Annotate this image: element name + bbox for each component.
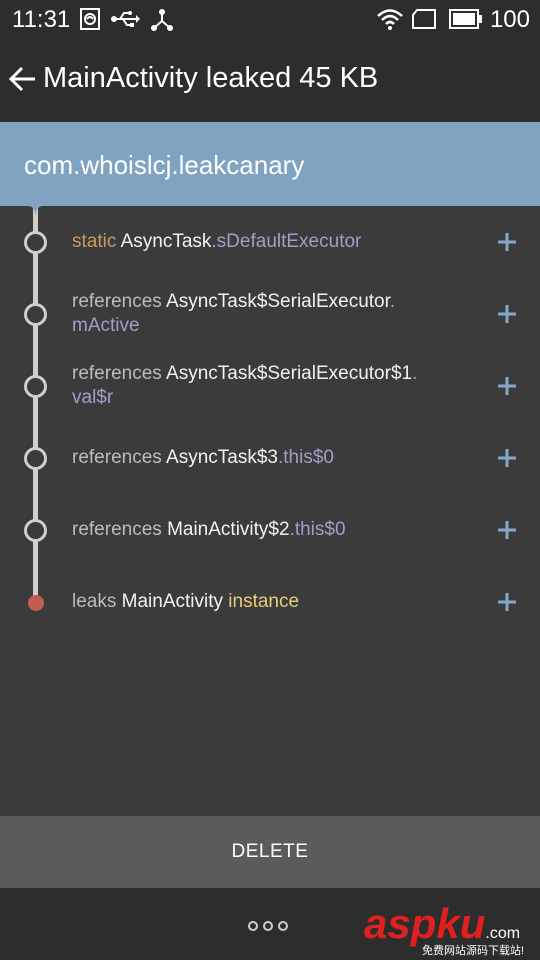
expand-plus-icon[interactable] <box>495 590 519 614</box>
trace-field: .sDefaultExecutor <box>211 231 362 252</box>
trace-prefix: static <box>72 231 117 252</box>
trace-text: references AsyncTask$SerialExecutor. mAct… <box>72 290 395 338</box>
trace-instance: instance <box>228 591 300 612</box>
trace-node <box>24 375 47 398</box>
trace-text: references MainActivity$2.this$0 <box>72 518 346 542</box>
expand-plus-icon[interactable] <box>495 518 519 542</box>
trace-text: static AsyncTask.sDefaultExecutor <box>72 230 361 254</box>
trace-field: .this$0 <box>289 519 346 540</box>
trace-prefix: references <box>72 447 162 468</box>
leak-dot <box>28 595 44 611</box>
more-dots-icon[interactable] <box>247 919 289 931</box>
trace-prefix: references <box>72 519 162 540</box>
trace-node <box>24 303 47 326</box>
back-arrow-icon[interactable] <box>8 64 38 94</box>
notification-icon <box>80 8 100 35</box>
trace-row[interactable]: references AsyncTask$SerialExecutor. mAct… <box>0 278 540 350</box>
toolbar: MainActivity leaked 45 KB <box>0 40 540 122</box>
page-title: MainActivity leaked 45 KB <box>43 62 379 94</box>
expand-plus-icon[interactable] <box>495 374 519 398</box>
wifi-icon <box>377 8 403 35</box>
usb-icon <box>110 11 140 32</box>
sim-icon <box>411 9 437 34</box>
trace-field-cont: mActive <box>72 315 140 336</box>
status-bar: 11:31 100 <box>0 0 540 40</box>
trace-field: . <box>412 363 418 384</box>
trace-class: AsyncTask$SerialExecutor$1 <box>166 363 413 384</box>
trace-field: . <box>389 291 396 312</box>
status-time: 11:31 <box>12 6 71 33</box>
package-name: com.whoislcj.leakcanary <box>24 150 305 180</box>
expand-plus-icon[interactable] <box>495 446 519 470</box>
trace-class: AsyncTask <box>120 231 212 252</box>
watermark: aspku.com 免费网站源码下载站! <box>364 902 534 958</box>
trace-node <box>24 231 47 254</box>
expand-plus-icon[interactable] <box>495 230 519 254</box>
trace-row[interactable]: references AsyncTask$3.this$0 <box>0 422 540 494</box>
package-header: com.whoislcj.leakcanary <box>0 122 540 206</box>
trace-prefix: leaks <box>72 591 117 612</box>
trace-class: AsyncTask$SerialExecutor <box>166 291 390 312</box>
watermark-slogan: 免费网站源码下载站! <box>422 945 525 957</box>
trace-text: references AsyncTask$3.this$0 <box>72 446 334 470</box>
battery-icon <box>449 9 483 34</box>
trace-prefix: references <box>72 291 162 312</box>
trace-node <box>24 447 47 470</box>
expand-plus-icon[interactable] <box>495 302 519 326</box>
delete-label: DELETE <box>231 841 309 862</box>
delete-button[interactable]: DELETE <box>0 816 540 888</box>
trace-row[interactable]: leaks MainActivity instance <box>0 566 540 638</box>
watermark-brand-text: aspku <box>364 900 486 947</box>
trace-row[interactable]: references MainActivity$2.this$0 <box>0 494 540 566</box>
trace-row[interactable]: references AsyncTask$SerialExecutor$1. va… <box>0 350 540 422</box>
trace-class: AsyncTask$3 <box>166 447 278 468</box>
trace-text: leaks MainActivity instance <box>72 590 299 614</box>
share-icon <box>150 9 174 36</box>
trace-text: references AsyncTask$SerialExecutor$1. va… <box>72 362 417 410</box>
trace-class: MainActivity$2 <box>167 519 290 540</box>
watermark-tld: .com <box>485 925 521 942</box>
trace-row[interactable]: static AsyncTask.sDefaultExecutor <box>0 206 540 278</box>
trace-field-cont: val$r <box>72 387 114 408</box>
trace-class: MainActivity <box>121 591 223 612</box>
trace-node <box>24 519 47 542</box>
trace-field: .this$0 <box>277 447 334 468</box>
trace-prefix: references <box>72 363 162 384</box>
battery-level: 100 <box>489 6 530 33</box>
